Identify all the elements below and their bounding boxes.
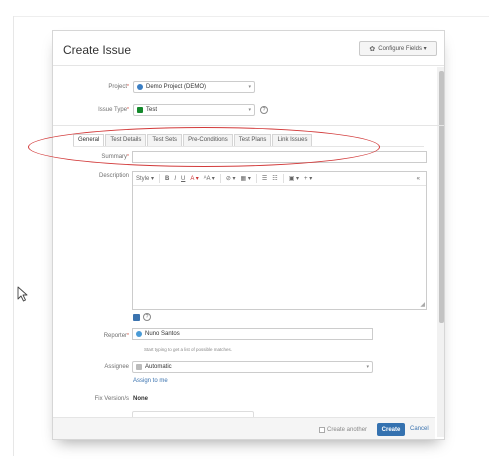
page-frame-top [13,16,489,17]
tab-test-sets[interactable]: Test Sets [147,134,183,146]
fields-divider [53,125,444,126]
reporter-value: Nuno Santos [145,331,180,337]
resize-handle-icon[interactable]: ◢ [420,301,425,308]
bold-button[interactable]: B [165,176,169,182]
configure-fields-button[interactable]: ✿ Configure Fields ▾ [359,41,437,56]
user-avatar-icon [136,331,142,337]
chevron-down-icon: ▾ [366,364,369,370]
reporter-label: Reporter* [103,333,129,339]
project-avatar-icon [137,84,143,90]
text-size-button[interactable]: ᴬA ▾ [204,175,215,182]
dialog-title: Create Issue [63,43,132,57]
toolbar-separator [219,174,221,183]
insert-more-button[interactable]: + ▾ [304,175,312,182]
text-mode-icon[interactable] [133,314,140,321]
project-value: Demo Project (DEMO) [146,84,207,90]
numbered-list-button[interactable]: ☷ [272,175,277,182]
header-divider [53,65,444,66]
chevron-down-icon: ▾ [248,84,251,90]
help-icon[interactable]: ? [260,106,268,114]
assignee-value: Automatic [145,364,172,370]
dialog-footer: Create another Create Cancel [53,417,435,439]
summary-label: Summary* [101,154,129,160]
help-icon[interactable]: ? [143,313,151,321]
cancel-link[interactable]: Cancel [410,426,429,432]
description-label: Description [98,173,129,179]
assignee-select[interactable]: Automatic ▾ [132,361,373,373]
create-issue-dialog: Create Issue ✿ Configure Fields ▾ Projec… [52,30,445,440]
toolbar-separator [255,174,257,183]
fix-version-value: None [133,396,148,402]
scrollbar-thumb[interactable] [439,71,444,323]
text-color-button[interactable]: A ▾ [190,175,198,182]
tab-link-issues[interactable]: Link Issues [272,134,313,146]
style-dropdown[interactable]: Style ▾ [136,175,154,182]
summary-input[interactable] [132,151,427,163]
page-frame-left [13,16,14,456]
assign-to-me-link[interactable]: Assign to me [133,378,168,384]
link-button[interactable]: ⊘ ▾ [226,175,236,182]
tab-bar: General Test Details Test Sets Pre-Condi… [73,134,313,146]
toolbar-separator [282,174,284,183]
issue-type-label: Issue Type* [98,107,129,113]
tab-underline [73,146,424,147]
gear-icon: ✿ [369,45,376,53]
toolbar-separator [159,174,161,183]
create-another-label: Create another [327,427,368,433]
insert-image-button[interactable]: ▣ ▾ [289,175,299,182]
editor-toolbar: Style ▾ B I U A ▾ ᴬA ▾ ⊘ ▾ ▦ ▾ ☰ ☷ ▣ ▾ +… [133,172,426,186]
reporter-hint: Start typing to get a list of possible m… [144,347,233,352]
table-button[interactable]: ▦ ▾ [241,175,251,182]
bullet-list-button[interactable]: ☰ [262,175,267,182]
mouse-cursor-icon [17,286,28,302]
underline-button[interactable]: U [181,176,185,182]
tab-general[interactable]: General [73,134,105,146]
issue-type-select[interactable]: Test ▾ [133,104,255,116]
create-button[interactable]: Create [377,423,405,436]
checkbox-box[interactable] [319,427,325,433]
collapse-toolbar-button[interactable]: « [417,176,420,182]
fix-version-label: Fix Version/s [94,396,129,402]
tab-test-plans[interactable]: Test Plans [233,134,272,146]
italic-button[interactable]: I [174,176,176,182]
assignee-avatar-icon [136,364,142,370]
tab-pre-conditions[interactable]: Pre-Conditions [183,134,233,146]
tab-test-details[interactable]: Test Details [105,134,147,146]
test-type-icon [137,107,143,113]
assignee-label: Assignee [104,364,129,370]
reporter-input[interactable]: Nuno Santos [132,328,373,340]
configure-fields-label: Configure Fields ▾ [378,46,427,52]
chevron-down-icon: ▾ [248,107,251,113]
issue-type-value: Test [146,107,158,113]
create-another-checkbox[interactable]: Create another [319,427,367,433]
project-label: Project* [108,84,129,90]
project-select[interactable]: Demo Project (DEMO) ▾ [133,81,255,93]
description-editor[interactable]: Style ▾ B I U A ▾ ᴬA ▾ ⊘ ▾ ▦ ▾ ☰ ☷ ▣ ▾ +… [132,171,427,310]
